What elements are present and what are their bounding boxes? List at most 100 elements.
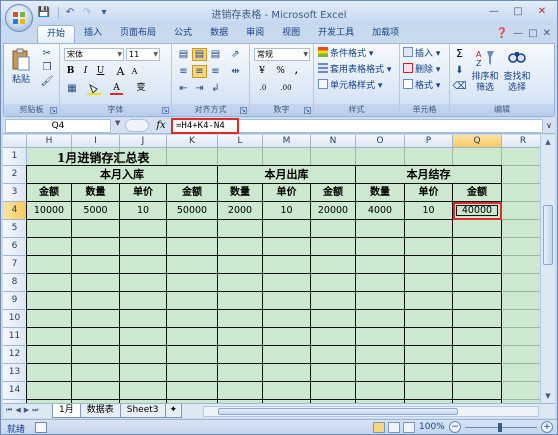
cell-M4[interactable]: 10 <box>263 202 311 220</box>
zoom-in-icon[interactable]: + <box>541 421 553 433</box>
tab-data[interactable]: 数据 <box>201 25 237 43</box>
cell-H3[interactable]: 金额 <box>27 184 72 202</box>
scroll-down-icon[interactable]: ▼ <box>542 390 554 402</box>
cell-J6[interactable] <box>120 238 167 256</box>
column-header[interactable]: R <box>502 135 545 148</box>
cell-R7[interactable] <box>502 256 545 274</box>
sheet-tab-data[interactable]: 数据表 <box>79 404 121 418</box>
cell-K13[interactable] <box>167 364 218 382</box>
cell-Q13[interactable] <box>453 364 502 382</box>
cell-P7[interactable] <box>405 256 453 274</box>
name-box[interactable]: Q4 <box>5 119 111 133</box>
cell-Q9[interactable] <box>453 292 502 310</box>
font-launcher-icon[interactable]: ↘ <box>162 107 169 114</box>
number-format-combo[interactable]: 常规 ▼ <box>254 48 310 61</box>
vertical-scrollbar[interactable]: ▲ ▼ <box>540 135 555 403</box>
cell-K6[interactable] <box>167 238 218 256</box>
delete-cells-button[interactable]: 删除 ▾ <box>403 63 440 77</box>
column-header[interactable]: I <box>72 135 120 148</box>
cell-M3[interactable]: 单价 <box>263 184 311 202</box>
row-header[interactable]: 5 <box>3 220 27 238</box>
cell-M5[interactable] <box>263 220 311 238</box>
cell-L12[interactable] <box>218 346 263 364</box>
align-bottom-icon[interactable]: ▤ <box>208 48 223 61</box>
comma-button[interactable]: , <box>290 65 303 78</box>
first-sheet-icon[interactable]: ⏮ <box>6 406 12 415</box>
cell-R2[interactable] <box>502 166 545 184</box>
column-header[interactable]: K <box>167 135 218 148</box>
cell-P11[interactable] <box>405 328 453 346</box>
table-format-button[interactable]: 套用表格格式 ▾ <box>318 63 391 77</box>
cell-H4[interactable]: 10000 <box>27 202 72 220</box>
zoom-out-icon[interactable]: − <box>449 421 461 433</box>
fill-color-icon[interactable] <box>86 82 102 95</box>
cell-I8[interactable] <box>72 274 120 292</box>
cell-L6[interactable] <box>218 238 263 256</box>
autosum-button[interactable]: Σ <box>453 47 466 60</box>
cell-Q1[interactable] <box>453 148 502 166</box>
cell-H5[interactable] <box>27 220 72 238</box>
cell-J8[interactable] <box>120 274 167 292</box>
cell-L10[interactable] <box>218 310 263 328</box>
cell-K12[interactable] <box>167 346 218 364</box>
tab-review[interactable]: 审阅 <box>237 25 273 43</box>
ribbon-close-icon[interactable]: ✕ <box>543 28 551 39</box>
row-header[interactable]: 11 <box>3 328 27 346</box>
cell-K10[interactable] <box>167 310 218 328</box>
align-middle-icon[interactable]: ▤ <box>192 48 207 61</box>
cell-Q8[interactable] <box>453 274 502 292</box>
cell-K1[interactable] <box>167 148 218 166</box>
worksheet-grid[interactable]: HIJKLMNOPQR 1 2 3 金额 数量 单价 金额 数量 单价 金额 数量 单价 金额 4 1000… <box>3 135 555 403</box>
cell-M8[interactable] <box>263 274 311 292</box>
cell-N4[interactable]: 20000 <box>311 202 356 220</box>
active-cell[interactable]: 40000 <box>453 202 502 220</box>
cell-H8[interactable] <box>27 274 72 292</box>
clear-icon[interactable]: ⌫ <box>452 80 466 93</box>
cell-O12[interactable] <box>356 346 405 364</box>
cell-P4[interactable]: 10 <box>405 202 453 220</box>
cell-K11[interactable] <box>167 328 218 346</box>
fill-icon[interactable]: ⬇ <box>453 64 466 77</box>
zoom-level[interactable]: 100% <box>419 422 445 432</box>
text-orientation-icon[interactable]: ⇗ <box>228 48 243 61</box>
cell-M12[interactable] <box>263 346 311 364</box>
underline-button[interactable]: U <box>94 65 107 78</box>
ribbon-minimize-icon[interactable]: — <box>513 28 523 39</box>
insert-cells-button[interactable]: 插入 ▾ <box>403 47 440 61</box>
cell-L4[interactable]: 2000 <box>218 202 263 220</box>
cell-M11[interactable] <box>263 328 311 346</box>
row-header[interactable]: 9 <box>3 292 27 310</box>
row-header[interactable]: 10 <box>3 310 27 328</box>
group-header[interactable]: 本月出库 <box>218 166 355 183</box>
row-header[interactable]: 12 <box>3 346 27 364</box>
cell-J3[interactable]: 单价 <box>120 184 167 202</box>
clipboard-launcher-icon[interactable]: ↘ <box>50 107 57 114</box>
cell-L11[interactable] <box>218 328 263 346</box>
cell-N9[interactable] <box>311 292 356 310</box>
cell-P6[interactable] <box>405 238 453 256</box>
cell-O6[interactable] <box>356 238 405 256</box>
cell-R5[interactable] <box>502 220 545 238</box>
cell-R3[interactable] <box>502 184 545 202</box>
tab-insert[interactable]: 插入 <box>75 25 111 43</box>
cell-L14[interactable] <box>218 382 263 400</box>
cell-I12[interactable] <box>72 346 120 364</box>
cell-J13[interactable] <box>120 364 167 382</box>
cell-O1[interactable] <box>356 148 405 166</box>
cell-I4[interactable]: 5000 <box>72 202 120 220</box>
cell-O7[interactable] <box>356 256 405 274</box>
row-header[interactable]: 1 <box>3 148 27 166</box>
cell-R1[interactable] <box>502 148 545 166</box>
cell-H6[interactable] <box>27 238 72 256</box>
cell-O13[interactable] <box>356 364 405 382</box>
align-top-icon[interactable]: ▤ <box>176 48 191 61</box>
cell-Q5[interactable] <box>453 220 502 238</box>
row-header[interactable]: 7 <box>3 256 27 274</box>
cell-K14[interactable] <box>167 382 218 400</box>
wrap-text-icon[interactable]: ↲ <box>208 82 223 95</box>
cell-N14[interactable] <box>311 382 356 400</box>
page-break-view-icon[interactable] <box>403 422 415 433</box>
cell-J7[interactable] <box>120 256 167 274</box>
row-header[interactable]: 2 <box>3 166 27 184</box>
border-icon[interactable]: ▦ <box>64 82 80 95</box>
